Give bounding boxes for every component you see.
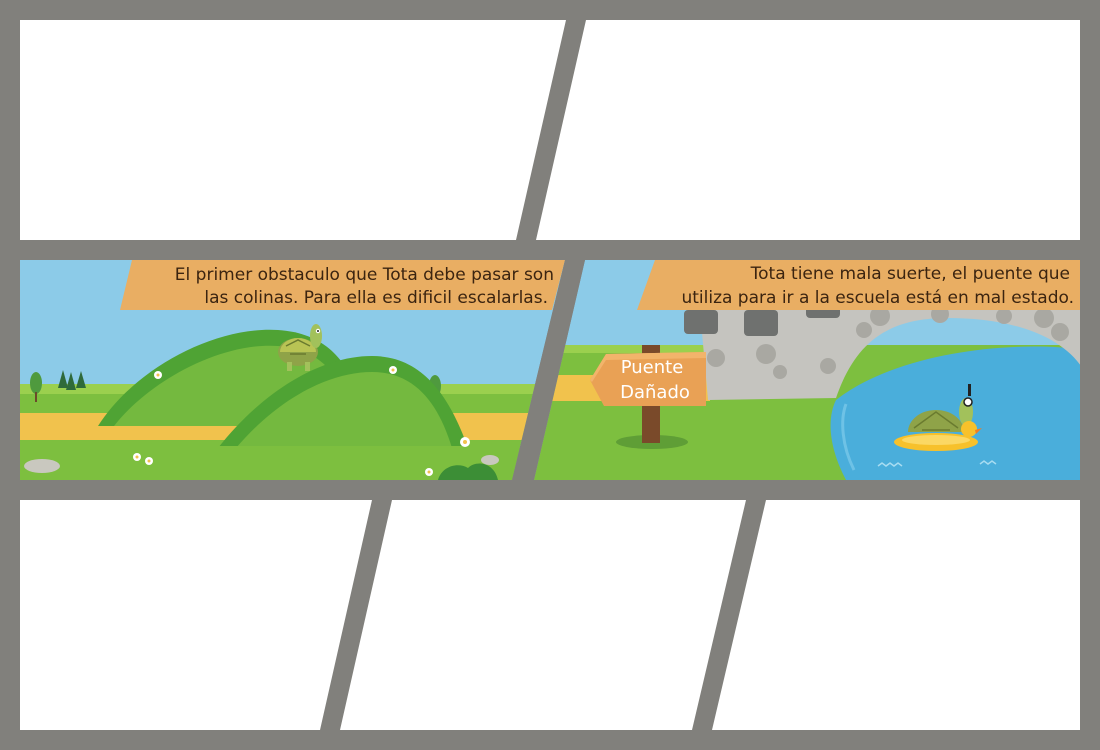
caption-line-1: Tota tiene mala suerte, el puente que (750, 264, 1070, 284)
caption-line-2: utiliza para ir a la escuela está en mal… (681, 288, 1074, 308)
comic-page: El primer obstaculo que Tota debe pasar … (20, 20, 1090, 730)
blank-panel-bottom-left[interactable] (20, 500, 372, 730)
sign-line-2: Dañado (620, 382, 690, 403)
blank-panel-bottom-middle[interactable] (340, 500, 746, 730)
panel-hills[interactable]: El primer obstaculo que Tota debe pasar … (20, 260, 580, 480)
caption-line-2: las colinas. Para ella es dificil escala… (204, 288, 548, 308)
rock (24, 459, 60, 473)
sign-line-1: Puente (621, 357, 684, 378)
blank-panel-top-left[interactable] (20, 20, 566, 240)
blank-panel-bottom-right[interactable] (712, 500, 1080, 730)
caption-line-1: El primer obstaculo que Tota debe pasar … (175, 265, 554, 285)
panel-bridge[interactable]: Puente Dañado Tota tiene mala suerte, el… (530, 260, 1090, 480)
blank-panel-top-right[interactable] (536, 20, 1080, 240)
